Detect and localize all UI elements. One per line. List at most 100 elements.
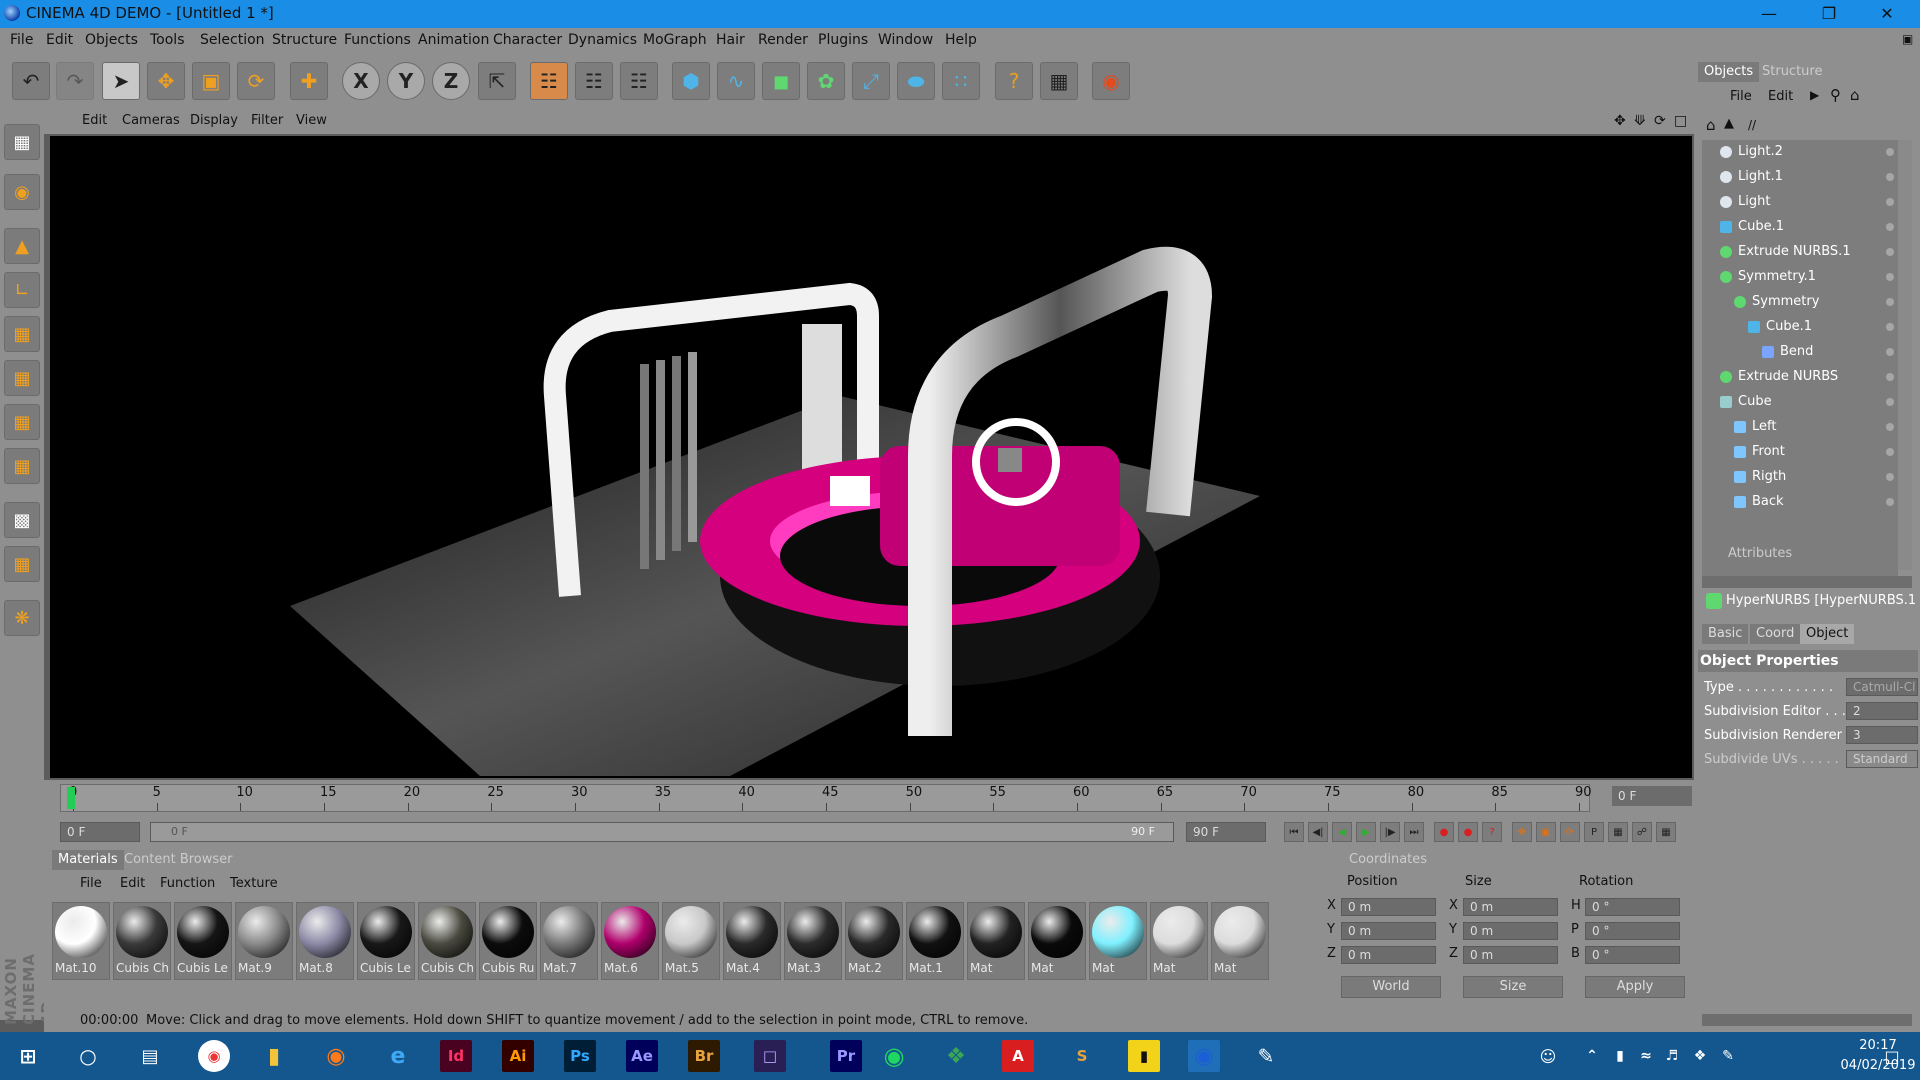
paint-icon[interactable]: ✎ bbox=[1250, 1040, 1282, 1072]
menu-structure[interactable]: Structure bbox=[272, 32, 337, 48]
prop-subdivide-uvs-field[interactable]: Standard bbox=[1846, 750, 1918, 768]
menu-mograph[interactable]: MoGraph bbox=[643, 32, 707, 48]
visibility-dot-icon[interactable] bbox=[1886, 148, 1894, 156]
material-item[interactable]: Mat bbox=[1211, 902, 1269, 980]
object-tree-item[interactable]: Extrude NURBS bbox=[1702, 365, 1898, 389]
render-view-icon[interactable]: ☷ bbox=[530, 62, 568, 100]
material-item[interactable]: Mat bbox=[1089, 902, 1147, 980]
task-view-icon[interactable]: ▤ bbox=[134, 1040, 166, 1072]
material-item[interactable]: Mat.1 bbox=[906, 902, 964, 980]
array-icon[interactable]: ✿ bbox=[807, 62, 845, 100]
material-item[interactable]: Mat bbox=[967, 902, 1025, 980]
frame-range-slider[interactable]: 0 F 90 F bbox=[150, 822, 1174, 842]
pos-y-field[interactable]: 0 m bbox=[1341, 922, 1436, 940]
menu-file[interactable]: File bbox=[10, 32, 33, 48]
visibility-dot-icon[interactable] bbox=[1886, 323, 1894, 331]
spline-icon[interactable]: ∿ bbox=[717, 62, 755, 100]
adobe-app-icon[interactable]: Ae bbox=[626, 1040, 658, 1072]
size-x-field[interactable]: 0 m bbox=[1463, 898, 1558, 916]
viewport-zoom-icon[interactable]: ⟱ bbox=[1634, 113, 1646, 129]
adobe-app-icon[interactable]: Ps bbox=[564, 1040, 596, 1072]
key-parameter-icon[interactable]: P bbox=[1584, 822, 1604, 842]
size-y-field[interactable]: 0 m bbox=[1463, 922, 1558, 940]
object-tree-hscrollbar[interactable] bbox=[1702, 576, 1912, 588]
objects-menu-edit[interactable]: Edit bbox=[1768, 89, 1793, 104]
object-tree-item[interactable]: Light bbox=[1702, 190, 1898, 214]
render-settings-icon[interactable]: ☷ bbox=[620, 62, 658, 100]
axis-mode-icon[interactable]: ▦ bbox=[4, 448, 40, 484]
layout-icon[interactable]: ▣ bbox=[1902, 32, 1913, 46]
visibility-dot-icon[interactable] bbox=[1886, 273, 1894, 281]
visibility-dot-icon[interactable] bbox=[1886, 473, 1894, 481]
scale-icon[interactable]: ▣ bbox=[192, 62, 230, 100]
tab-structure[interactable]: Structure bbox=[1756, 62, 1828, 82]
autokey-icon[interactable]: ● bbox=[1458, 822, 1478, 842]
checker-icon[interactable]: ▩ bbox=[4, 502, 40, 538]
prev-key-icon[interactable]: ◀| bbox=[1308, 822, 1328, 842]
rot-b-field[interactable]: 0 ° bbox=[1585, 946, 1680, 964]
material-item[interactable]: Mat.3 bbox=[784, 902, 842, 980]
environment-icon[interactable]: ⬬ bbox=[897, 62, 935, 100]
objects-home-nav-icon[interactable]: ⌂ bbox=[1706, 116, 1716, 134]
next-key-icon[interactable]: |▶ bbox=[1380, 822, 1400, 842]
apply-button[interactable]: Apply bbox=[1585, 976, 1685, 998]
visibility-dot-icon[interactable] bbox=[1886, 398, 1894, 406]
end-frame-field[interactable]: 90 F bbox=[1186, 822, 1266, 842]
object-mode-icon[interactable]: ◉ bbox=[4, 174, 40, 210]
menu-hair[interactable]: Hair bbox=[716, 32, 745, 48]
menu-objects[interactable]: Objects bbox=[85, 32, 138, 48]
material-item[interactable]: Mat bbox=[1028, 902, 1086, 980]
viewport-rotate-icon[interactable]: ⟳ bbox=[1654, 113, 1666, 129]
start-icon[interactable]: ⊞ bbox=[12, 1040, 44, 1072]
visibility-dot-icon[interactable] bbox=[1886, 423, 1894, 431]
redo-icon[interactable]: ↷ bbox=[56, 62, 94, 100]
menu-plugins[interactable]: Plugins bbox=[818, 32, 868, 48]
viewport-menu-view[interactable]: View bbox=[296, 113, 327, 128]
pos-z-field[interactable]: 0 m bbox=[1341, 946, 1436, 964]
menu-dynamics[interactable]: Dynamics bbox=[568, 32, 637, 48]
people-icon[interactable]: ☺ bbox=[1532, 1040, 1564, 1072]
sticky-notes-icon[interactable]: ▮ bbox=[1128, 1040, 1160, 1072]
object-tree-item[interactable]: Cube.1 bbox=[1702, 215, 1898, 239]
menu-window[interactable]: Window bbox=[878, 32, 933, 48]
model-mode-icon[interactable]: ▲ bbox=[4, 228, 40, 264]
viewport-menu-cameras[interactable]: Cameras bbox=[122, 113, 180, 128]
current-frame-field[interactable]: 0 F bbox=[1612, 786, 1692, 806]
tab-basic[interactable]: Basic bbox=[1702, 624, 1749, 644]
material-item[interactable]: Mat.2 bbox=[845, 902, 903, 980]
objects-home-icon[interactable]: ⌂ bbox=[1850, 86, 1860, 104]
3d-viewport[interactable] bbox=[50, 136, 1692, 778]
record-icon[interactable]: ● bbox=[1434, 822, 1454, 842]
timeline-window-icon[interactable]: ▦ bbox=[1656, 822, 1676, 842]
viewport-menu-edit[interactable]: Edit bbox=[82, 113, 107, 128]
size-mode-dropdown[interactable]: Size bbox=[1463, 976, 1563, 998]
prop-subdiv-editor-field[interactable]: 2 bbox=[1846, 702, 1918, 720]
menu-edit[interactable]: Edit bbox=[46, 32, 73, 48]
material-item[interactable]: Mat.8 bbox=[296, 902, 354, 980]
mograph-icon[interactable]: ∷ bbox=[942, 62, 980, 100]
material-item[interactable]: Mat.7 bbox=[540, 902, 598, 980]
object-tree-item[interactable]: Light.1 bbox=[1702, 165, 1898, 189]
tab-objects[interactable]: Objects bbox=[1698, 62, 1760, 82]
keyframe-selection-icon[interactable]: ? bbox=[1482, 822, 1502, 842]
objects-menu-file[interactable]: File bbox=[1730, 89, 1752, 104]
menu-tools[interactable]: Tools bbox=[150, 32, 185, 48]
web-icon[interactable]: ◉ bbox=[1092, 62, 1130, 100]
material-item[interactable]: Mat bbox=[1150, 902, 1208, 980]
menu-functions[interactable]: Functions bbox=[344, 32, 411, 48]
polygons-mode-icon[interactable]: ▦ bbox=[4, 404, 40, 440]
object-tree-item[interactable]: Symmetry bbox=[1702, 290, 1898, 314]
attributes-hscrollbar[interactable] bbox=[1702, 1014, 1912, 1026]
sublime-icon[interactable]: S bbox=[1066, 1040, 1098, 1072]
visibility-dot-icon[interactable] bbox=[1886, 173, 1894, 181]
edges-mode-icon[interactable]: ▦ bbox=[4, 360, 40, 396]
coordinate-system-icon[interactable]: ⇱ bbox=[478, 62, 516, 100]
undo-icon[interactable]: ↶ bbox=[12, 62, 50, 100]
play-forward-icon[interactable]: ▶ bbox=[1356, 822, 1376, 842]
x-axis-lock-icon[interactable]: X bbox=[342, 62, 380, 100]
select-arrow-icon[interactable]: ➤ bbox=[102, 62, 140, 100]
object-tree-item[interactable]: Rigth bbox=[1702, 465, 1898, 489]
object-tree-item[interactable]: Left bbox=[1702, 415, 1898, 439]
move-icon[interactable]: ✥ bbox=[147, 62, 185, 100]
help-icon[interactable]: ? bbox=[995, 62, 1033, 100]
